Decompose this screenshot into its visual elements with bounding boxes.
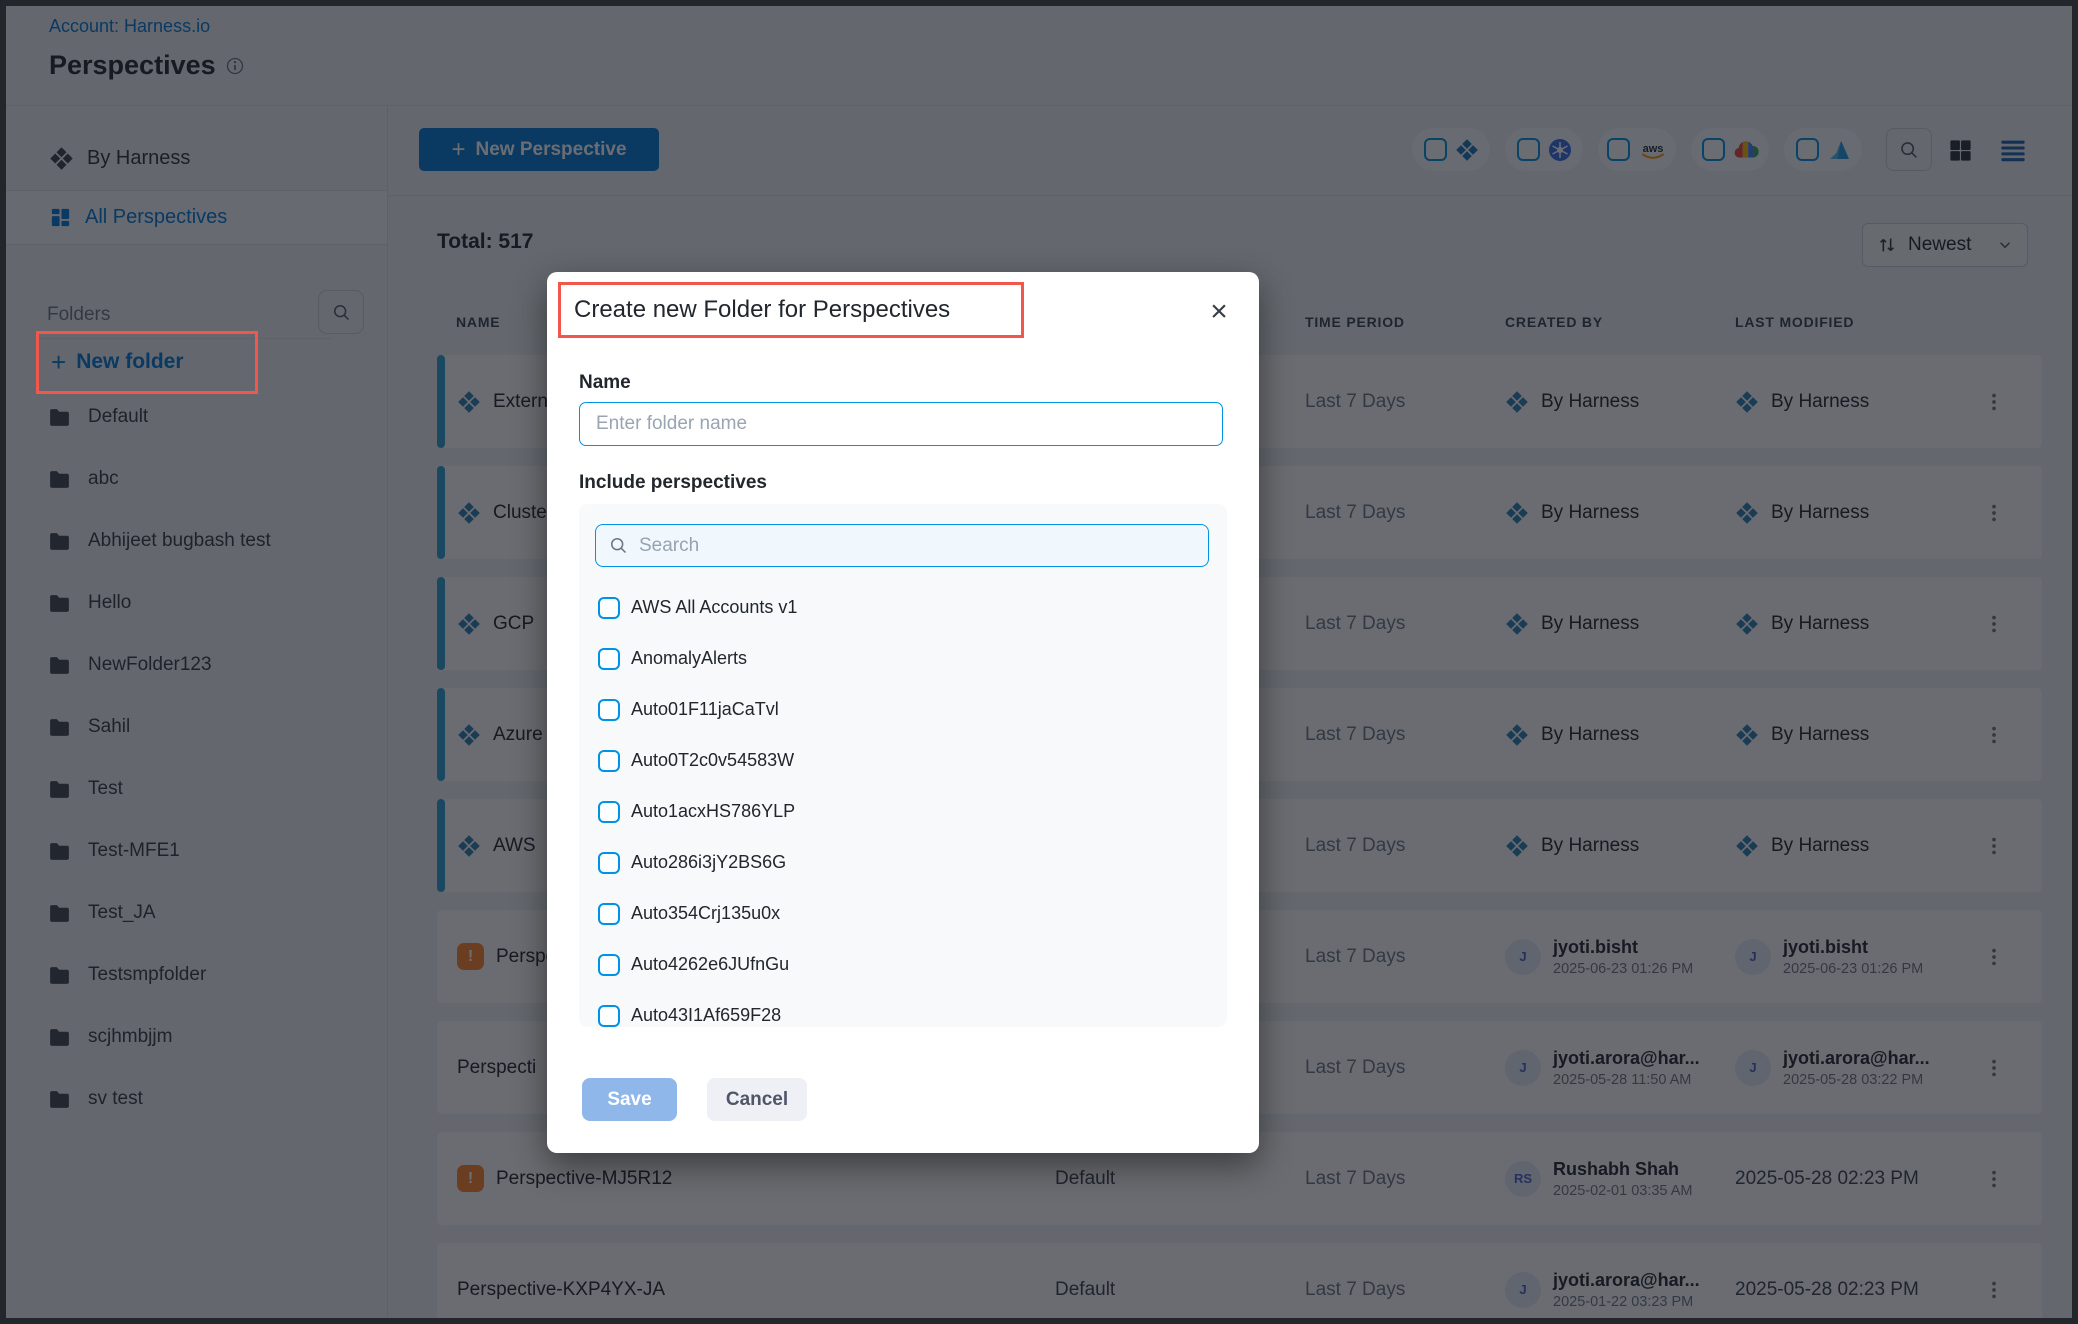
perspective-checkbox[interactable] bbox=[598, 852, 620, 874]
perspective-option-label: Auto286i3jY2BS6G bbox=[631, 852, 786, 873]
perspective-option-label: AnomalyAlerts bbox=[631, 648, 747, 669]
create-folder-modal: Create new Folder for Perspectives × Nam… bbox=[547, 272, 1259, 1153]
perspective-option[interactable]: AWS All Accounts v1 bbox=[579, 582, 1227, 633]
perspective-checkbox[interactable] bbox=[598, 954, 620, 976]
perspective-option[interactable]: Auto4262e6JUfnGu bbox=[579, 939, 1227, 990]
modal-title: Create new Folder for Perspectives bbox=[574, 296, 950, 324]
perspective-option[interactable]: AnomalyAlerts bbox=[579, 633, 1227, 684]
perspective-option[interactable]: Auto1acxHS786YLP bbox=[579, 786, 1227, 837]
perspective-option[interactable]: Auto0T2c0v54583W bbox=[579, 735, 1227, 786]
save-button[interactable]: Save bbox=[582, 1078, 677, 1121]
perspective-option-label: Auto0T2c0v54583W bbox=[631, 750, 794, 771]
perspective-option-label: Auto354Crj135u0x bbox=[631, 903, 780, 924]
close-icon[interactable]: × bbox=[1199, 292, 1239, 332]
perspective-checkbox[interactable] bbox=[598, 648, 620, 670]
perspective-option-label: Auto4262e6JUfnGu bbox=[631, 954, 789, 975]
perspective-option-label: AWS All Accounts v1 bbox=[631, 597, 797, 618]
perspectives-picker-panel: AWS All Accounts v1 AnomalyAlerts Auto01F1… bbox=[579, 504, 1227, 1027]
perspective-option-label: Auto01F11jaCaTvl bbox=[631, 699, 779, 720]
perspective-search[interactable] bbox=[595, 524, 1209, 567]
perspective-option[interactable]: Auto01F11jaCaTvl bbox=[579, 684, 1227, 735]
perspective-option[interactable]: Auto43I1Af659F28 bbox=[579, 990, 1227, 1027]
name-label: Name bbox=[579, 372, 631, 394]
include-perspectives-label: Include perspectives bbox=[579, 472, 767, 494]
perspective-search-input[interactable] bbox=[639, 535, 1196, 557]
perspective-checkbox-list: AWS All Accounts v1 AnomalyAlerts Auto01F1… bbox=[579, 582, 1227, 1027]
perspective-option-label: Auto1acxHS786YLP bbox=[631, 801, 795, 822]
perspective-checkbox[interactable] bbox=[598, 750, 620, 772]
search-icon bbox=[608, 535, 629, 556]
perspective-option-label: Auto43I1Af659F28 bbox=[631, 1005, 781, 1026]
perspective-checkbox[interactable] bbox=[598, 699, 620, 721]
perspective-option[interactable]: Auto354Crj135u0x bbox=[579, 888, 1227, 939]
folder-name-input[interactable] bbox=[579, 402, 1223, 446]
perspective-option[interactable]: Auto286i3jY2BS6G bbox=[579, 837, 1227, 888]
perspectives-screen: Account: Harness.io Perspectives By Harn… bbox=[0, 0, 2078, 1324]
perspective-checkbox[interactable] bbox=[598, 597, 620, 619]
perspective-checkbox[interactable] bbox=[598, 801, 620, 823]
cancel-button[interactable]: Cancel bbox=[707, 1078, 807, 1121]
perspective-checkbox[interactable] bbox=[598, 1005, 620, 1027]
perspective-checkbox[interactable] bbox=[598, 903, 620, 925]
